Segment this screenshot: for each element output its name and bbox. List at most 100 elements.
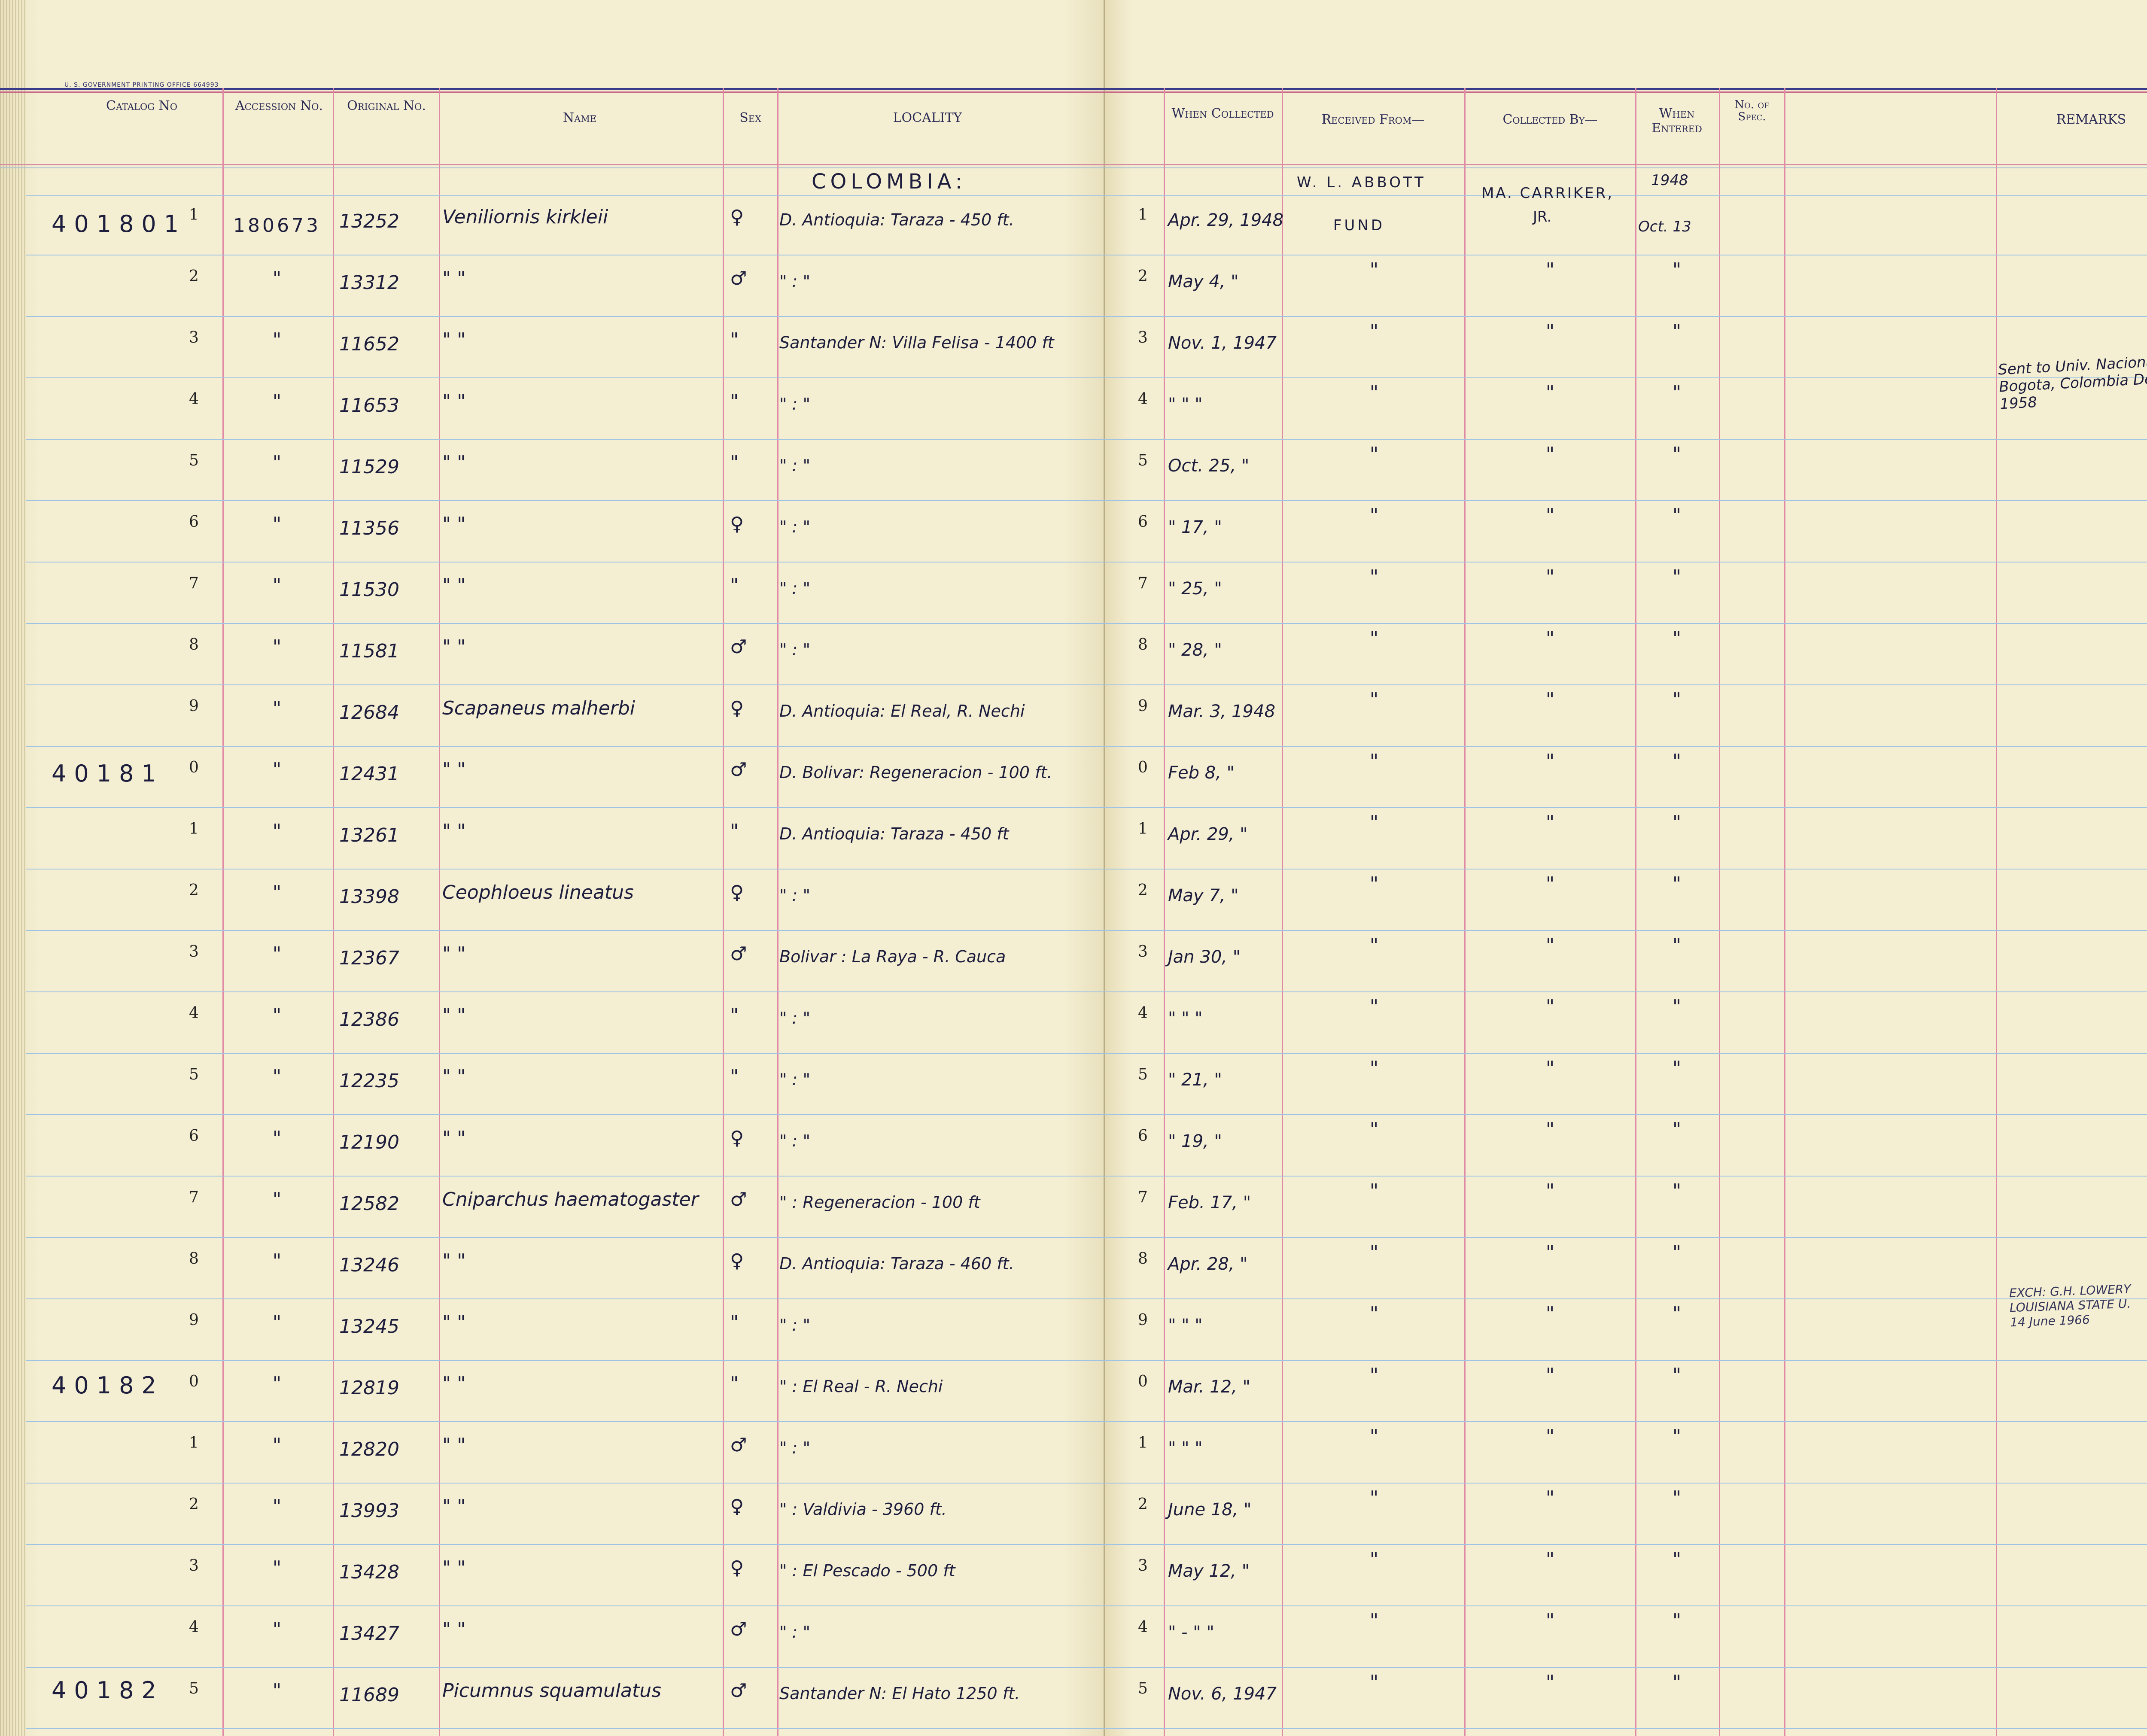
cell-coll: Mar. 12, "	[1168, 1377, 1250, 1397]
cell-coll: Feb 8, "	[1168, 763, 1235, 783]
cell-orig: 12582	[339, 1193, 399, 1215]
cell-d: 0	[189, 1373, 199, 1390]
cell-we: "	[1672, 1487, 1682, 1509]
header-no-of-spec: No. of Spec.	[1734, 98, 1770, 123]
cell-coll: Apr. 29, "	[1168, 824, 1248, 844]
cell-d: 2	[189, 1496, 199, 1513]
col-line	[1719, 88, 1720, 1736]
cell-orig: 12819	[339, 1377, 399, 1399]
cell-orig: 11689	[339, 1684, 399, 1706]
col-line	[439, 88, 440, 1736]
printer-mark: U. S. GOVERNMENT PRINTING OFFICE 664993	[64, 82, 219, 88]
cell-sex: "	[730, 820, 739, 842]
catalog-number: 401801	[52, 210, 187, 237]
cell-loc: " : "	[779, 1623, 810, 1642]
cell-loc: " : "	[779, 579, 810, 598]
cell-cb: "	[1545, 443, 1555, 465]
cell-we: "	[1672, 1671, 1682, 1693]
cell-acc: "	[272, 575, 282, 596]
cell-name: Scapaneus malherbi	[442, 697, 635, 719]
cell-acc: "	[272, 1311, 282, 1333]
cell-coll: Nov. 6, 1947	[1168, 1684, 1277, 1704]
cell-sex: ♂	[730, 1189, 747, 1210]
cell-coll: " 17, "	[1168, 517, 1222, 537]
row-rule	[26, 439, 2147, 440]
header-rule-top	[0, 88, 2147, 90]
cell-we: "	[1672, 689, 1682, 711]
cell-sex: ♀	[730, 1250, 744, 1272]
cell-acc: "	[272, 636, 282, 658]
cell-orig: 13398	[339, 886, 399, 908]
row-rule	[26, 1421, 2147, 1422]
cell-name: " "	[442, 759, 466, 781]
col-line	[723, 88, 724, 1736]
cell-cb: "	[1545, 1057, 1555, 1079]
cell-name: " "	[442, 636, 466, 658]
cell-cb: "	[1545, 873, 1555, 895]
cell-name: " "	[442, 268, 466, 289]
cell-orig: 13261	[339, 824, 399, 846]
cell-cb: "	[1545, 1487, 1555, 1509]
cell-cd: 5	[1138, 1680, 1148, 1697]
catalog-number: 40182	[52, 1677, 164, 1704]
remark-sent: Sent to Univ. Nacional Bogota, Colombia …	[1998, 353, 2147, 413]
cell-loc: Santander N: Villa Felisa - 1400 ft	[779, 333, 1054, 352]
cell-d: 6	[189, 1127, 199, 1145]
cell-loc: Bolivar : La Raya - R. Cauca	[779, 947, 1006, 966]
cell-loc: " : "	[779, 1070, 810, 1089]
cell-name: " "	[442, 452, 466, 474]
cell-sex: "	[730, 1066, 739, 1088]
row-rule	[26, 316, 2147, 317]
cell-rf: "	[1369, 689, 1379, 711]
cell-we: "	[1672, 566, 1682, 588]
cell-cd: 1	[1138, 206, 1148, 224]
cell-sex: "	[730, 1311, 739, 1333]
cell-d: 4	[189, 1618, 199, 1636]
cell-acc: "	[272, 1066, 282, 1088]
cell-loc: Santander N: El Hato 1250 ft.	[779, 1684, 1020, 1703]
cell-acc: "	[272, 697, 282, 719]
cell-cd: 4	[1138, 1004, 1148, 1022]
cell-coll: " 19, "	[1168, 1131, 1222, 1151]
col-line	[1635, 88, 1636, 1736]
cell-we: "	[1672, 750, 1682, 772]
cell-coll: Jan 30, "	[1168, 947, 1241, 967]
cell-cb: "	[1545, 382, 1555, 404]
header-when-entered: When Entered	[1651, 106, 1702, 136]
left-page	[0, 0, 1105, 1736]
cell-rf: "	[1369, 934, 1379, 956]
cell-acc: "	[272, 1189, 282, 1210]
cell-d: 5	[189, 452, 199, 469]
cell-acc: "	[272, 329, 282, 351]
cell-coll: May 12, "	[1168, 1561, 1250, 1581]
cell-name: " "	[442, 1127, 466, 1149]
cell-name: " "	[442, 1066, 466, 1088]
cell-d: 3	[189, 1557, 199, 1575]
col-line	[777, 88, 779, 1736]
cell-coll: Apr. 28, "	[1168, 1254, 1248, 1274]
cell-name: " "	[442, 329, 466, 351]
received-from-line2: FUND	[1333, 217, 1385, 234]
collected-by-line2: JR.	[1533, 208, 1552, 225]
cell-acc: "	[272, 1434, 282, 1456]
cell-acc: "	[272, 390, 282, 412]
cell-orig: 12386	[339, 1009, 399, 1031]
cell-orig: 11581	[339, 640, 399, 662]
cell-cb: "	[1545, 996, 1555, 1018]
cell-rf: "	[1369, 996, 1379, 1018]
cell-cd: 2	[1138, 268, 1148, 285]
row-rule	[26, 377, 2147, 378]
cell-cb: "	[1545, 1241, 1555, 1263]
cell-loc: " : El Real - R. Nechi	[779, 1377, 943, 1396]
cell-we: "	[1672, 1426, 1682, 1447]
col-line	[1996, 88, 1997, 1736]
cell-sex: ♀	[730, 882, 744, 903]
header-name: Name	[563, 110, 597, 125]
row-rule	[26, 869, 2147, 870]
header-catalog: Catalog No	[106, 98, 177, 113]
row-rule	[26, 930, 2147, 931]
cell-cb: "	[1545, 505, 1555, 526]
cell-we: "	[1672, 1119, 1682, 1140]
cell-cb: "	[1545, 627, 1555, 649]
cell-cb: "	[1545, 750, 1555, 772]
